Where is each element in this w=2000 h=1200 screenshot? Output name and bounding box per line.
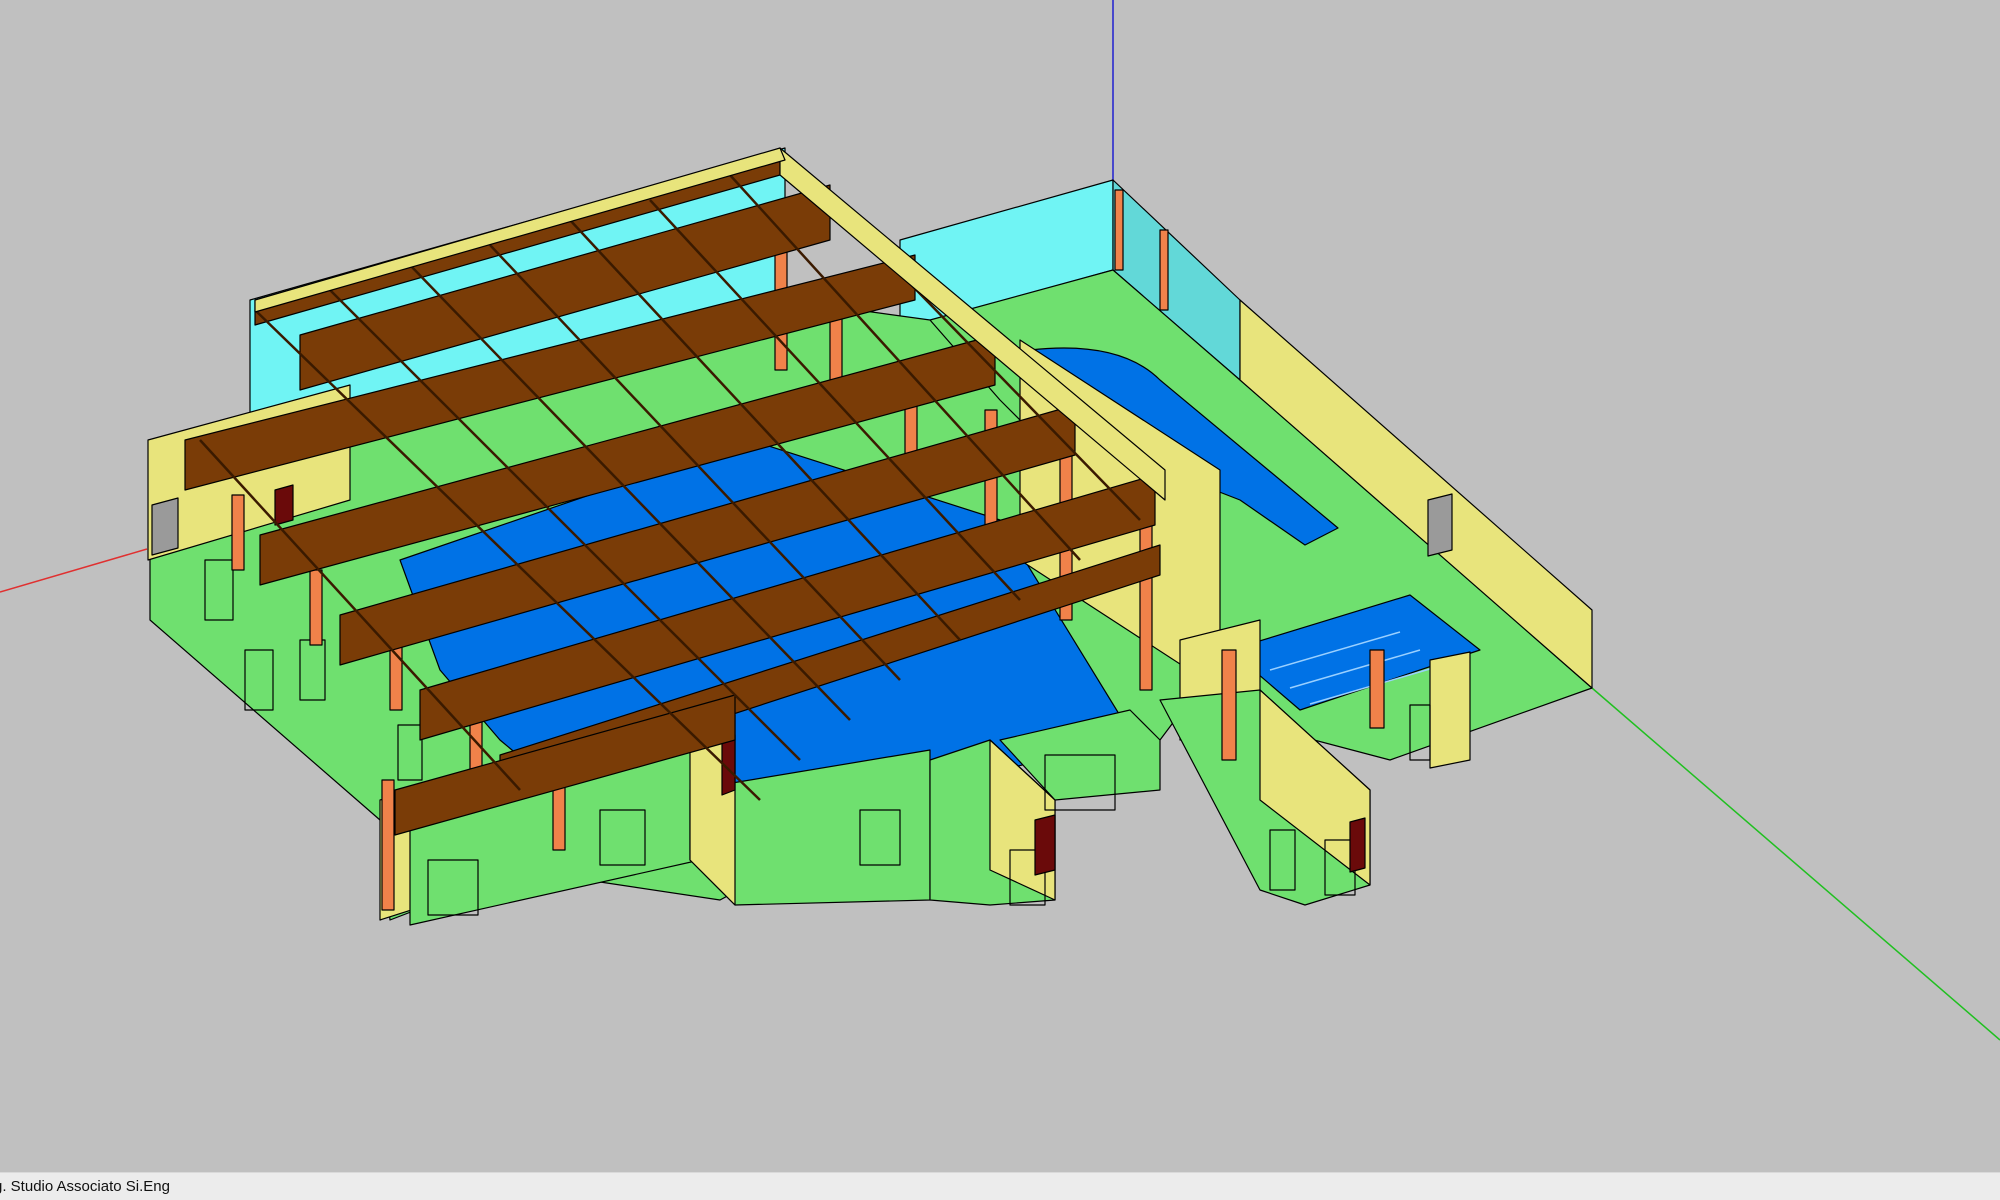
door-dark-4 xyxy=(274,484,294,526)
axis-y-green xyxy=(1591,687,2000,1041)
door-left-end xyxy=(151,497,179,556)
3d-model-scene[interactable] xyxy=(0,0,2000,1172)
status-bar: g. Studio Associato Si.Eng xyxy=(0,1172,2000,1200)
building-model xyxy=(147,147,1593,926)
door-dark-1 xyxy=(1034,814,1056,876)
block-small-right xyxy=(1429,651,1471,769)
axis-x-red xyxy=(0,548,148,593)
model-viewport[interactable] xyxy=(0,0,2000,1172)
door-right-wall xyxy=(1427,493,1453,557)
status-bar-text: g. Studio Associato Si.Eng xyxy=(0,1178,170,1195)
door-dark-2 xyxy=(1349,817,1366,873)
